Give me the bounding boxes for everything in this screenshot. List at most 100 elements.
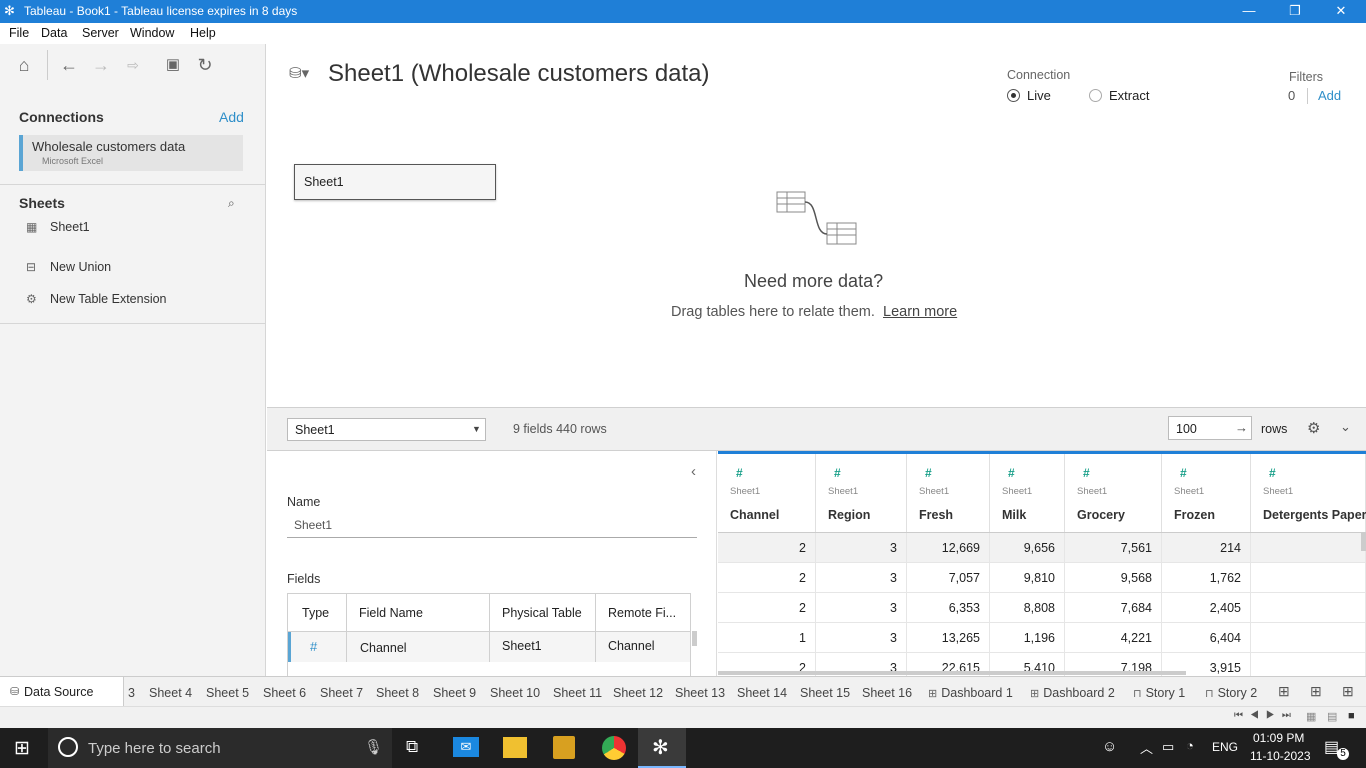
col-header-remote-field[interactable]: Remote Fi... bbox=[608, 606, 676, 620]
number-type-icon[interactable]: # bbox=[834, 466, 841, 480]
new-union-item[interactable]: ⊟ New Union bbox=[26, 260, 111, 274]
number-type-icon[interactable]: # bbox=[1269, 466, 1276, 480]
minimize-button[interactable]: — bbox=[1226, 0, 1272, 23]
add-filter-link[interactable]: Add bbox=[1318, 88, 1341, 103]
tableau-taskbar-icon[interactable]: ✻ bbox=[638, 728, 686, 768]
grid-column-header[interactable]: # Sheet1 Grocery bbox=[1065, 451, 1162, 533]
grid-row[interactable]: 2 3 12,669 9,656 7,561 214 bbox=[718, 533, 1366, 563]
scrollbar[interactable] bbox=[692, 631, 697, 646]
number-type-icon[interactable]: # bbox=[310, 639, 317, 654]
store-icon[interactable] bbox=[553, 736, 575, 759]
file-explorer-icon[interactable] bbox=[503, 737, 527, 758]
menu-file[interactable]: File bbox=[9, 26, 29, 40]
col-header-type[interactable]: Type bbox=[302, 606, 329, 620]
tab-sheet[interactable]: Sheet 8 bbox=[376, 686, 419, 700]
collapse-left-icon[interactable]: ‹ bbox=[691, 463, 696, 480]
number-type-icon[interactable]: # bbox=[1180, 466, 1187, 480]
battery-icon[interactable]: ▭ bbox=[1162, 739, 1174, 755]
grid-column-header[interactable]: # Sheet1 Fresh bbox=[907, 451, 990, 533]
number-type-icon[interactable]: # bbox=[1083, 466, 1090, 480]
grid-row[interactable]: 2 3 6,353 8,808 7,684 2,405 bbox=[718, 593, 1366, 623]
sheet-sorter-icon[interactable]: ▦ bbox=[1306, 710, 1316, 723]
replay-icon[interactable]: ⇨ bbox=[120, 52, 146, 78]
grid-column-header[interactable]: # Sheet1 Milk bbox=[990, 451, 1065, 533]
tab-dashboard[interactable]: ⊞ Dashboard 2 bbox=[1030, 686, 1115, 700]
tab-sheet[interactable]: Sheet 11 bbox=[553, 686, 602, 700]
new-story-icon[interactable]: ⊞ bbox=[1342, 683, 1354, 700]
new-dashboard-icon[interactable]: ⊞ bbox=[1310, 683, 1322, 700]
chrome-icon[interactable] bbox=[602, 736, 626, 760]
task-view-icon[interactable]: ⧉ bbox=[406, 737, 418, 757]
tab-sheet[interactable]: Sheet 12 bbox=[613, 686, 663, 700]
menu-data[interactable]: Data bbox=[41, 26, 67, 40]
tabs-view-icon[interactable]: ■ bbox=[1348, 710, 1355, 722]
sheet-navigation-icons[interactable]: ⏮◀▶⏭ bbox=[1234, 710, 1298, 721]
settings-gear-icon[interactable]: ⚙ bbox=[1307, 419, 1320, 437]
tab-sheet[interactable]: Sheet 5 bbox=[206, 686, 249, 700]
sheet-card[interactable]: Sheet1 bbox=[294, 164, 496, 200]
refresh-icon[interactable]: ↻ bbox=[192, 52, 218, 78]
tab-sheet[interactable]: Sheet 9 bbox=[433, 686, 476, 700]
restore-button[interactable]: ❐ bbox=[1272, 0, 1318, 23]
number-type-icon[interactable]: # bbox=[925, 466, 932, 480]
mail-icon[interactable]: ✉ bbox=[453, 737, 479, 757]
windows-start-icon[interactable]: ⊞ bbox=[14, 737, 30, 760]
undo-icon[interactable]: ← bbox=[56, 52, 82, 78]
grid-row[interactable]: 2 3 7,057 9,810 9,568 1,762 bbox=[718, 563, 1366, 593]
collapse-chevron-icon[interactable]: ⌄ bbox=[1340, 419, 1351, 435]
filmstrip-icon[interactable]: ▤ bbox=[1327, 710, 1337, 723]
tab-sheet[interactable]: Sheet 6 bbox=[263, 686, 306, 700]
name-field[interactable]: Sheet1 bbox=[287, 515, 697, 538]
field-name-cell[interactable]: Channel bbox=[360, 641, 407, 655]
sheet-item-sheet1[interactable]: ▦ Sheet1 bbox=[26, 220, 90, 234]
search-sheets-icon[interactable]: ⌕ bbox=[228, 196, 235, 211]
grid-column-header[interactable]: # Sheet1 Region bbox=[816, 451, 907, 533]
tab-partial[interactable]: 3 bbox=[128, 686, 135, 700]
page-title[interactable]: Sheet1 (Wholesale customers data) bbox=[328, 60, 710, 88]
scrollbar[interactable] bbox=[1361, 533, 1366, 551]
tab-sheet[interactable]: Sheet 15 bbox=[800, 686, 850, 700]
clock-time[interactable]: 01:09 PM bbox=[1253, 731, 1304, 745]
rows-input[interactable]: 100 → bbox=[1168, 416, 1252, 440]
microphone-icon[interactable]: 🎙 bbox=[364, 738, 383, 756]
clock-date[interactable]: 11-10-2023 bbox=[1250, 749, 1311, 763]
tab-story[interactable]: ⊓ Story 2 bbox=[1205, 686, 1257, 700]
connection-item[interactable]: Wholesale customers data Microsoft Excel bbox=[19, 135, 243, 171]
tab-sheet[interactable]: Sheet 7 bbox=[320, 686, 363, 700]
menu-window[interactable]: Window bbox=[130, 26, 174, 40]
arrow-right-icon[interactable]: → bbox=[1235, 420, 1248, 435]
menu-server[interactable]: Server bbox=[82, 26, 119, 40]
table-select[interactable]: Sheet1 ▼ bbox=[287, 418, 486, 441]
tab-sheet[interactable]: Sheet 10 bbox=[490, 686, 540, 700]
extract-radio[interactable] bbox=[1089, 89, 1102, 102]
add-connection-link[interactable]: Add bbox=[219, 109, 244, 125]
col-header-field-name[interactable]: Field Name bbox=[359, 606, 423, 620]
save-icon[interactable]: ▣ bbox=[160, 52, 186, 78]
tab-dashboard[interactable]: ⊞ Dashboard 1 bbox=[928, 686, 1013, 700]
grid-column-header[interactable]: # Sheet1 Channel bbox=[718, 451, 816, 533]
home-icon[interactable]: ⌂ bbox=[11, 52, 37, 78]
tab-sheet[interactable]: Sheet 14 bbox=[737, 686, 787, 700]
live-radio[interactable] bbox=[1007, 89, 1020, 102]
horizontal-scrollbar[interactable] bbox=[718, 671, 1186, 675]
redo-icon[interactable]: → bbox=[88, 52, 114, 78]
tab-sheet[interactable]: Sheet 4 bbox=[149, 686, 192, 700]
menu-help[interactable]: Help bbox=[190, 26, 216, 40]
grid-row[interactable]: 1 3 13,265 1,196 4,221 6,404 bbox=[718, 623, 1366, 653]
show-hidden-icons[interactable]: ︿ bbox=[1140, 738, 1153, 757]
col-header-physical-table[interactable]: Physical Table bbox=[502, 606, 582, 620]
people-icon[interactable]: ☺ bbox=[1102, 738, 1117, 755]
grid-column-header[interactable]: # Sheet1 Detergents Paper bbox=[1251, 451, 1366, 533]
close-button[interactable]: ✕ bbox=[1318, 0, 1364, 23]
tab-data-source[interactable]: ⛁ Data Source bbox=[0, 677, 124, 707]
tab-sheet[interactable]: Sheet 16 bbox=[862, 686, 912, 700]
number-type-icon[interactable]: # bbox=[1008, 466, 1015, 480]
tab-story[interactable]: ⊓ Story 1 bbox=[1133, 686, 1185, 700]
learn-more-link[interactable]: Learn more bbox=[883, 304, 957, 320]
new-sheet-icon[interactable]: ⊞ bbox=[1278, 683, 1290, 700]
new-table-extension-item[interactable]: ⚙ New Table Extension bbox=[26, 292, 167, 306]
tab-sheet[interactable]: Sheet 13 bbox=[675, 686, 725, 700]
table-row[interactable]: # Channel Sheet1 Channel bbox=[288, 632, 690, 662]
datasource-cylinder-icon[interactable]: ⛁▾ bbox=[289, 64, 309, 82]
taskbar-search[interactable]: Type here to search 🎙 bbox=[48, 728, 392, 768]
